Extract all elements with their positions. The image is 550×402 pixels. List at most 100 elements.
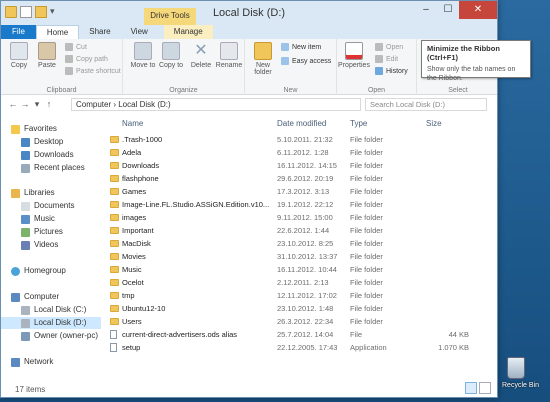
nav-desktop[interactable]: Desktop [21, 136, 63, 148]
file-type: File folder [350, 317, 383, 326]
close-button[interactable]: ✕ [459, 1, 497, 19]
move-to-button[interactable]: Move to [129, 42, 157, 69]
select-label: Select [448, 87, 468, 94]
table-row[interactable]: Ubuntu12-10 23.10.2012. 1:48 File folder [109, 303, 494, 315]
nav-computer[interactable]: Computer [11, 291, 59, 303]
table-row[interactable]: tmp 12.11.2012. 17:02 File folder [109, 290, 494, 302]
file-type: File folder [350, 239, 383, 248]
rename-button[interactable]: Rename [215, 42, 243, 69]
open-icon [375, 43, 383, 51]
delete-button[interactable]: ✕ Delete [187, 42, 215, 69]
file-icon [110, 343, 117, 352]
folder-icon [110, 266, 119, 273]
copy-button[interactable]: Copy [5, 42, 33, 69]
tab-share[interactable]: Share [79, 25, 120, 39]
folder-icon [110, 227, 119, 234]
edit-button[interactable]: Edit [375, 55, 398, 63]
copy-to-button[interactable]: Copy to [157, 42, 185, 69]
nav-music[interactable]: Music [21, 213, 55, 225]
new-group: New folder New item Easy access New [245, 39, 337, 95]
nav-documents[interactable]: Documents [21, 200, 74, 212]
easy-access-button[interactable]: Easy access [281, 57, 331, 65]
desktop-icon [21, 137, 30, 147]
nav-pictures[interactable]: Pictures [21, 226, 63, 238]
organize-label: Organize [169, 87, 198, 94]
new-folder-button[interactable]: New folder [249, 42, 277, 76]
file-size: 44 KB [448, 330, 469, 339]
file-type: File folder [350, 148, 383, 157]
copy-path-icon [65, 55, 73, 63]
title-bar[interactable]: ▾ Drive Tools Local Disk (D:) – ☐ ✕ [1, 1, 497, 25]
table-row[interactable]: current-direct-advertisers.ods alias 25.7… [109, 329, 494, 341]
tab-view[interactable]: View [121, 25, 158, 39]
table-row[interactable]: .Trash-1000 5.10.2011. 21:32 File folder [109, 134, 494, 146]
nav-libraries[interactable]: Libraries [11, 187, 55, 199]
file-date: 26.3.2012. 22:34 [277, 317, 334, 326]
open-button[interactable]: Open [375, 43, 403, 51]
new-item-button[interactable]: New item [281, 43, 321, 51]
file-type: File folder [350, 304, 383, 313]
recycle-bin-label[interactable]: Recycle Bin [502, 382, 539, 389]
table-row[interactable]: flashphone 29.6.2012. 20:19 File folder [109, 173, 494, 185]
tooltip-body: Show only the tab names on the Ribbon. [427, 66, 516, 82]
tab-manage[interactable]: Manage [163, 25, 213, 39]
paste-shortcut-icon [65, 67, 73, 75]
forward-arrow-icon[interactable]: → [19, 99, 31, 109]
nav-network[interactable]: Network [11, 356, 53, 368]
tab-file[interactable]: File [1, 25, 36, 39]
nav-downloads[interactable]: Downloads [21, 149, 74, 161]
column-date-modified[interactable]: Date modified [277, 119, 326, 128]
large-icons-view-icon[interactable] [479, 382, 491, 394]
file-name: tmp [122, 291, 135, 300]
properties-button[interactable]: Properties [337, 42, 371, 69]
file-date: 17.3.2012. 3:13 [277, 187, 330, 196]
new-folder-icon [254, 42, 272, 60]
details-view-icon[interactable] [465, 382, 477, 394]
history-button[interactable]: History [375, 67, 408, 75]
videos-icon [21, 240, 30, 250]
paste-icon [38, 42, 56, 60]
recycle-bin-icon[interactable] [507, 357, 525, 379]
cut-button[interactable]: Cut [65, 43, 87, 51]
paste-shortcut-button[interactable]: Paste shortcut [65, 67, 121, 75]
file-date: 9.11.2012. 15:00 [277, 213, 333, 222]
minimize-button[interactable]: – [415, 1, 437, 19]
table-row[interactable]: Important 22.6.2012. 1:44 File folder [109, 225, 494, 237]
table-row[interactable]: Adela 6.11.2012. 1:28 File folder [109, 147, 494, 159]
search-input[interactable]: Search Local Disk (D:) [365, 98, 487, 111]
column-name[interactable]: Name [122, 119, 143, 128]
column-type[interactable]: Type [350, 119, 367, 128]
table-row[interactable]: Movies 31.10.2012. 13:37 File folder [109, 251, 494, 263]
table-row[interactable]: setup 22.12.2005. 17:43 Application 1.070 K… [109, 342, 494, 354]
back-arrow-icon[interactable]: ← [7, 99, 19, 109]
recent-locations-icon[interactable]: ▾ [31, 99, 43, 110]
file-date: 19.1.2012. 22:12 [277, 200, 334, 209]
nav-homegroup[interactable]: Homegroup [11, 265, 66, 277]
nav-local-disk-d[interactable]: Local Disk (D:) [1, 317, 101, 329]
move-to-icon [134, 42, 152, 60]
address-path[interactable]: Computer › Local Disk (D:) [71, 98, 361, 111]
table-row[interactable]: Image-Line.FL.Studio.ASSiGN.Edition.v10.… [109, 199, 494, 211]
table-row[interactable]: Ocelot 2.12.2011. 2:13 File folder [109, 277, 494, 289]
nav-local-disk-c[interactable]: Local Disk (C:) [21, 304, 86, 316]
maximize-button[interactable]: ☐ [437, 1, 459, 19]
column-size[interactable]: Size [426, 119, 442, 128]
history-icon [375, 67, 383, 75]
file-type: File folder [350, 135, 383, 144]
table-row[interactable]: Music 16.11.2012. 10:44 File folder [109, 264, 494, 276]
table-row[interactable]: Downloads 16.11.2012. 14:15 File folder [109, 160, 494, 172]
tab-home[interactable]: Home [35, 25, 80, 39]
nav-videos[interactable]: Videos [21, 239, 58, 251]
file-date: 23.10.2012. 1:48 [277, 304, 334, 313]
table-row[interactable]: MacDisk 23.10.2012. 8:25 File folder [109, 238, 494, 250]
copy-path-button[interactable]: Copy path [65, 55, 108, 63]
nav-favorites[interactable]: Favorites [11, 123, 57, 135]
table-row[interactable]: Users 26.3.2012. 22:34 File folder [109, 316, 494, 328]
paste-button[interactable]: Paste [33, 42, 61, 69]
up-arrow-icon[interactable]: ↑ [43, 99, 55, 109]
nav-recent-places[interactable]: Recent places [21, 162, 85, 174]
table-row[interactable]: Games 17.3.2012. 3:13 File folder [109, 186, 494, 198]
recent-places-icon [21, 163, 30, 173]
table-row[interactable]: images 9.11.2012. 15:00 File folder [109, 212, 494, 224]
nav-owner-pc[interactable]: Owner (owner-pc) [21, 330, 98, 342]
